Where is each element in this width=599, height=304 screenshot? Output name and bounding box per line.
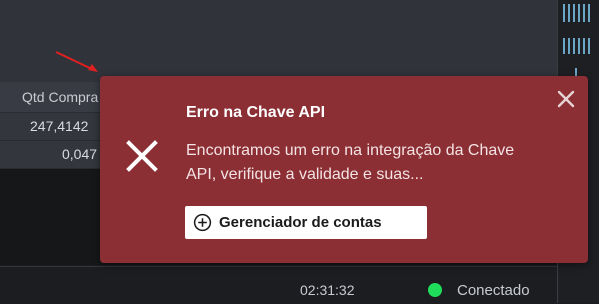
table-cell: 0,047 (62, 146, 98, 162)
close-icon[interactable] (555, 88, 577, 110)
connection-status-dot (428, 283, 442, 297)
status-time: 02:31:32 (300, 282, 355, 298)
error-toast: Erro na Chave API Encontramos um erro na… (100, 76, 588, 263)
toast-message: Encontramos um erro na integração da Cha… (186, 142, 515, 183)
connection-status-label: Conectado (457, 282, 530, 299)
mini-chart-bars (563, 38, 590, 54)
account-manager-button[interactable]: Gerenciador de contas (185, 206, 427, 239)
toast-title: Erro na Chave API (186, 104, 326, 121)
account-manager-button-label: Gerenciador de contas (219, 214, 382, 231)
mini-chart-bar (575, 68, 577, 76)
mini-chart-bars (563, 4, 590, 22)
add-circle-icon (193, 213, 212, 232)
table-cell: 247,4142 (30, 118, 89, 134)
red-arrow-annotation (55, 51, 98, 72)
error-x-icon (126, 140, 158, 172)
column-header-qtd-compra[interactable]: Qtd Compra (22, 89, 98, 105)
